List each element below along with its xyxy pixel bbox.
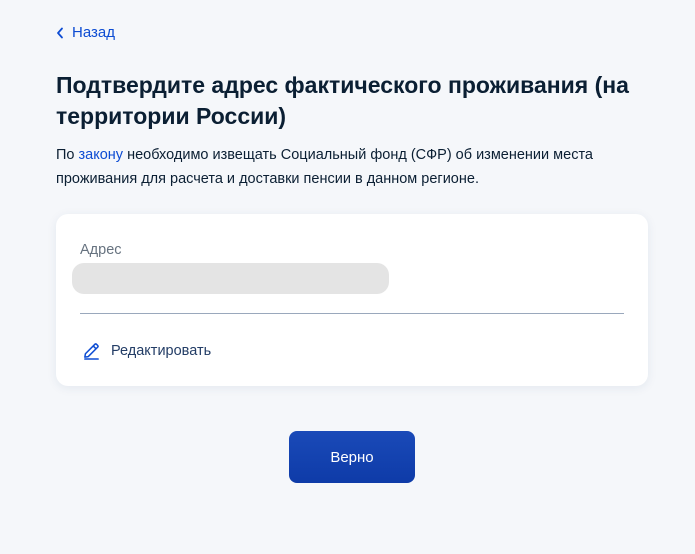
pencil-icon [82,341,101,360]
address-card: Адрес Редактировать [56,214,648,386]
back-link[interactable]: Назад [56,24,115,41]
confirm-button[interactable]: Верно [289,431,415,483]
description-prefix: По [56,147,79,163]
chevron-left-icon [56,27,64,39]
address-value-placeholder [72,263,389,294]
divider [80,313,624,314]
description-suffix: необходимо извещать Социальный фонд (СФР… [56,147,593,187]
address-label: Адрес [80,242,122,258]
edit-address-button[interactable]: Редактировать [82,341,211,360]
page-description: По закону необходимо извещать Социальный… [56,143,656,191]
law-link[interactable]: закону [79,147,124,163]
edit-label: Редактировать [111,342,212,359]
page-title: Подтвердите адрес фактического проживани… [56,72,629,129]
back-link-label: Назад [72,24,115,41]
